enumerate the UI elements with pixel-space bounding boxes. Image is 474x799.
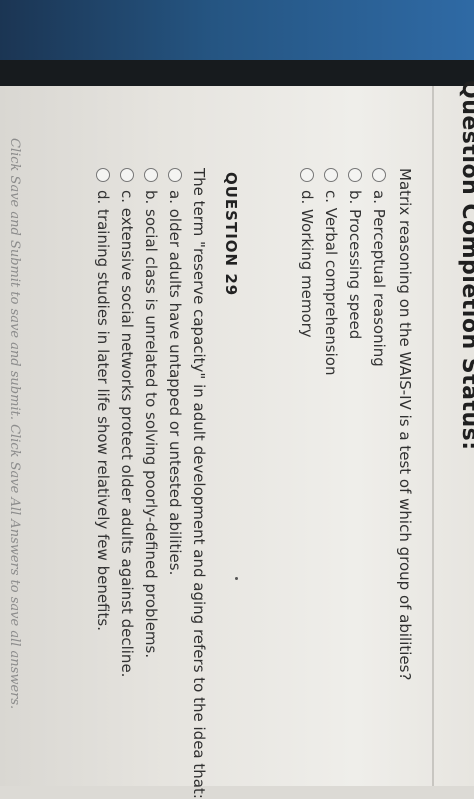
answer-option[interactable]: b. Processing speed — [346, 168, 364, 339]
radio-button[interactable] — [348, 168, 362, 182]
answer-label: d. Working memory — [298, 190, 316, 338]
question-prompt: Matrix reasoning on the WAIS-IV is a tes… — [396, 168, 414, 681]
answer-option[interactable]: b. social class is unrelated to solving … — [142, 168, 160, 658]
answer-option[interactable]: d. training studies in later life show r… — [94, 168, 112, 631]
answer-option[interactable]: c. extensive social networks protect old… — [118, 168, 136, 677]
answer-label: a. older adults have untapped or unteste… — [166, 190, 184, 576]
answer-label: a. Perceptual reasoning — [370, 190, 388, 367]
question-panel: Question Completion Status: Matrix reaso… — [0, 80, 474, 799]
question-prompt: The term "reserve capacity" in adult dev… — [190, 168, 208, 799]
radio-button[interactable] — [120, 168, 134, 182]
answer-label: d. training studies in later life show r… — [94, 190, 112, 631]
submit-instructions: Click Save and Submit to save and submit… — [7, 138, 22, 710]
answer-option[interactable]: a. Perceptual reasoning — [370, 168, 388, 367]
radio-button[interactable] — [168, 168, 182, 182]
answer-label: c. Verbal comprehension — [322, 190, 340, 376]
answer-label: b. social class is unrelated to solving … — [142, 190, 160, 659]
radio-button[interactable] — [372, 168, 386, 182]
radio-button[interactable] — [300, 168, 314, 182]
answer-label: b. Processing speed — [346, 190, 364, 340]
answer-option[interactable]: d. Working memory — [298, 168, 316, 338]
completion-status-heading: Question Completion Status: — [457, 80, 474, 451]
answer-option[interactable]: c. Verbal comprehension — [322, 168, 340, 375]
answer-label: c. extensive social networks protect old… — [118, 190, 136, 678]
radio-button[interactable] — [324, 168, 338, 182]
question-title: QUESTION 29 — [222, 172, 240, 297]
answer-option[interactable]: a. older adults have untapped or unteste… — [166, 168, 184, 575]
radio-button[interactable] — [96, 168, 110, 182]
window-top-band — [0, 0, 474, 60]
mouse-cursor — [235, 577, 238, 580]
radio-button[interactable] — [144, 168, 158, 182]
